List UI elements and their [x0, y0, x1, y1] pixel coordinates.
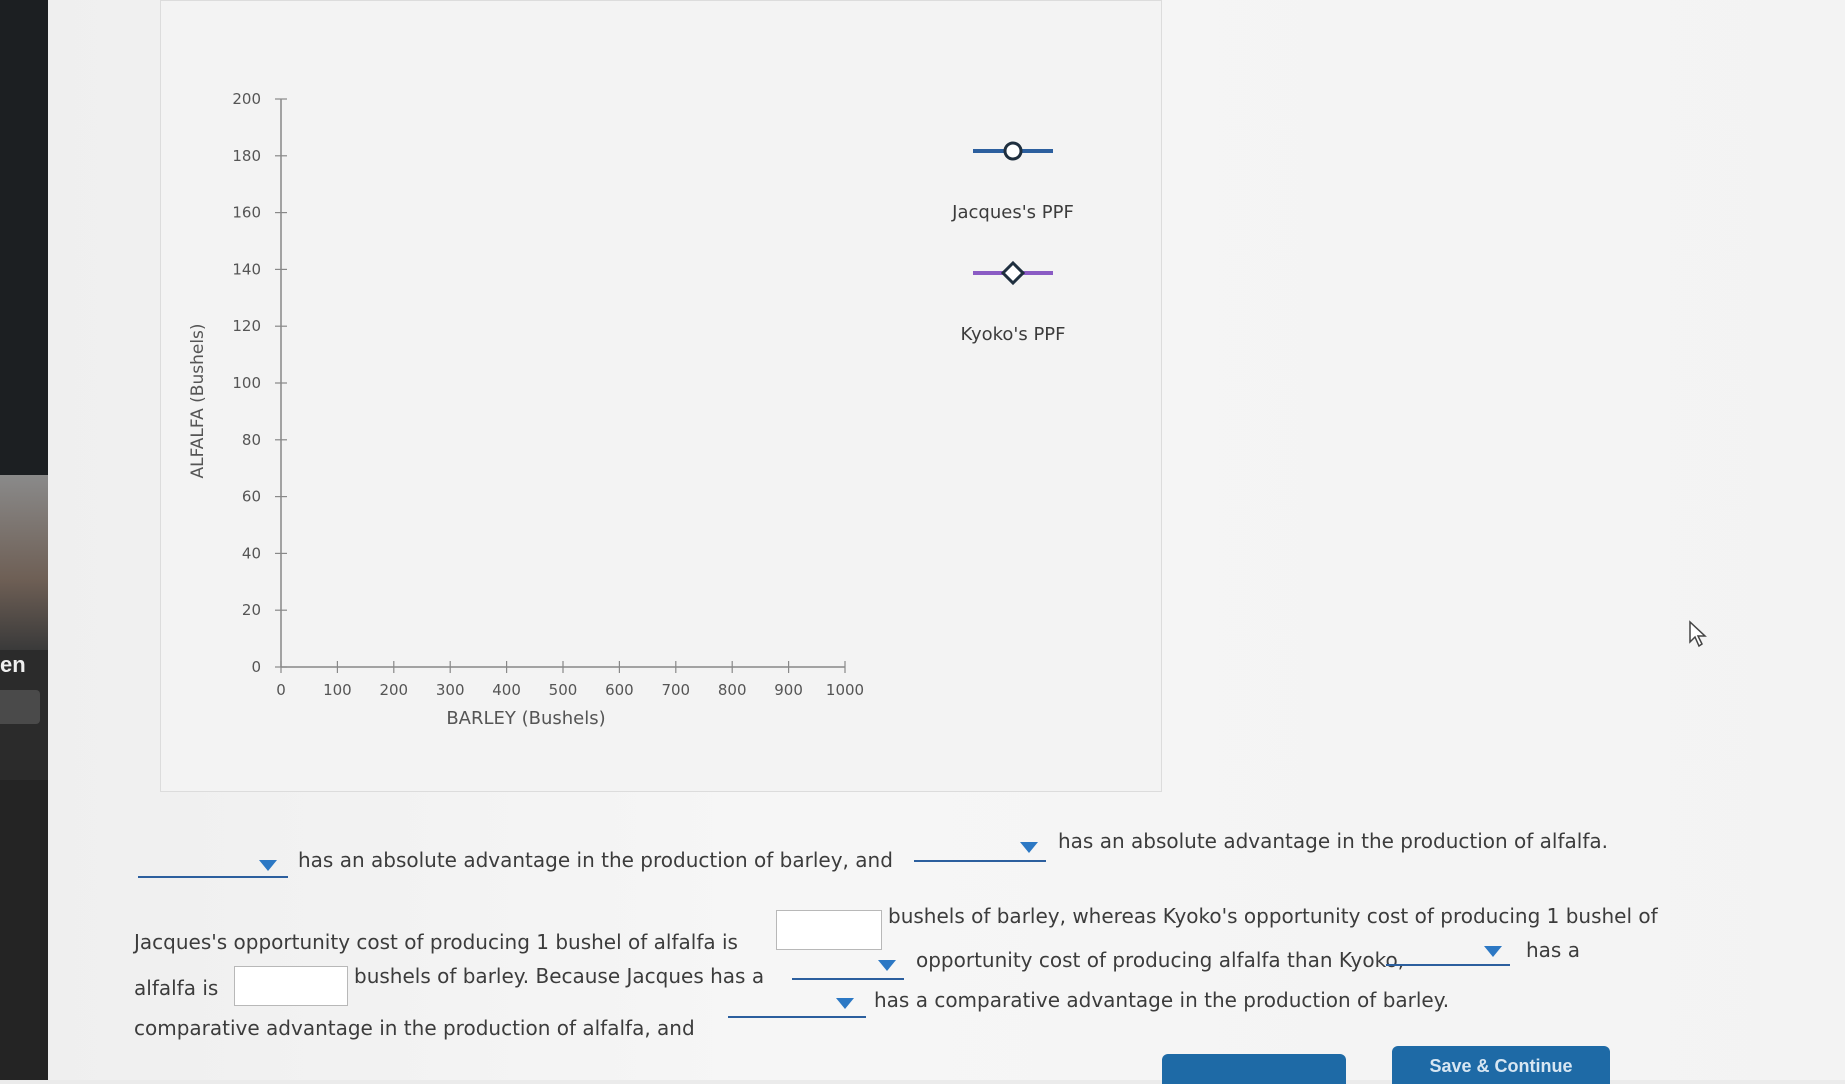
- legend[interactable]: Jacques's PPF Kyoko's PPF: [951, 141, 1074, 345]
- y-tick-label: 160: [232, 204, 261, 222]
- y-tick-label: 0: [251, 658, 261, 676]
- sentence1-text-b: has an absolute advantage in the product…: [1058, 829, 1608, 853]
- sidebar-upper-panel: [0, 0, 48, 475]
- sidebar-lower-panel: [0, 780, 48, 1080]
- x-tick-label: 800: [718, 681, 747, 699]
- diamond-marker-icon: [1000, 260, 1026, 286]
- chevron-down-icon[interactable]: [1020, 842, 1038, 853]
- sentence1-text-a: has an absolute advantage in the product…: [298, 848, 893, 872]
- y-tick-label: 140: [232, 260, 261, 278]
- y-tick-label: 80: [242, 431, 261, 449]
- y-axis-label: ALFALFA (Bushels): [188, 323, 208, 478]
- x-tick-label: 300: [436, 681, 465, 699]
- y-tick-label: 100: [232, 374, 261, 392]
- legend-label: Kyoko's PPF: [960, 324, 1065, 345]
- sentence2-text-f: has a: [1526, 938, 1580, 962]
- x-axis-label: BARLEY (Bushels): [446, 708, 605, 729]
- y-tick-label: 20: [242, 601, 261, 619]
- left-sidebar: en: [0, 0, 48, 1080]
- sentence2-text-d: bushels of barley. Because Jacques has a: [354, 964, 765, 988]
- sentence2-text-h: has a comparative advantage in the produ…: [874, 988, 1450, 1012]
- sidebar-chip[interactable]: [0, 690, 40, 724]
- graph-panel: ALFALFA (Bushels) BARLEY (Bushels) 0 20 40…: [160, 0, 1162, 792]
- jacques-opportunity-cost-input[interactable]: [776, 910, 882, 950]
- chevron-down-icon[interactable]: [878, 960, 896, 971]
- x-tick-label: 400: [492, 681, 521, 699]
- circle-marker-icon: [1003, 141, 1023, 161]
- x-tick-label: 900: [774, 681, 803, 699]
- sentence2-text-g: comparative advantage in the production …: [134, 1016, 695, 1040]
- y-tick-label: 40: [242, 544, 261, 562]
- x-tick-label: 600: [605, 681, 634, 699]
- y-tick-label: 180: [232, 147, 261, 165]
- sentence2-text-a: Jacques's opportunity cost of producing …: [134, 930, 738, 954]
- kyoko-opportunity-cost-input[interactable]: [234, 966, 348, 1006]
- x-tick-label: 1000: [826, 681, 864, 699]
- x-tick-label: 700: [661, 681, 690, 699]
- x-tick-label: 200: [379, 681, 408, 699]
- y-tick-label: 60: [242, 488, 261, 506]
- x-tick-label: 0: [276, 681, 286, 699]
- sentence2-text-c: alfalfa is: [134, 976, 219, 1000]
- sentence2-text-b: bushels of barley, whereas Kyoko's oppor…: [888, 904, 1658, 928]
- sidebar-tag-text: en: [0, 652, 26, 677]
- save-continue-button[interactable]: Save & Continue: [1392, 1046, 1610, 1084]
- ppf-chart: ALFALFA (Bushels) BARLEY (Bushels) 0 20 40…: [188, 90, 1074, 729]
- axes-group: 0 20 40 60 80 100 120 140 160 180 200 0 100 200 300 400…: [232, 90, 864, 699]
- mouse-pointer-icon: [1689, 620, 1707, 648]
- chevron-down-icon[interactable]: [836, 998, 854, 1009]
- legend-label: Jacques's PPF: [951, 202, 1074, 223]
- y-tick-label: 200: [232, 90, 261, 108]
- y-tick-label: 120: [232, 317, 261, 335]
- chevron-down-icon[interactable]: [259, 860, 277, 871]
- sidebar-avatar-photo: [0, 475, 48, 650]
- x-tick-label: 500: [549, 681, 578, 699]
- chevron-down-icon[interactable]: [1484, 946, 1502, 957]
- sentence2-text-e: opportunity cost of producing alfalfa th…: [916, 948, 1405, 972]
- main-content: ALFALFA (Bushels) BARLEY (Bushels) 0 20 40…: [48, 0, 1845, 1084]
- x-tick-label: 100: [323, 681, 352, 699]
